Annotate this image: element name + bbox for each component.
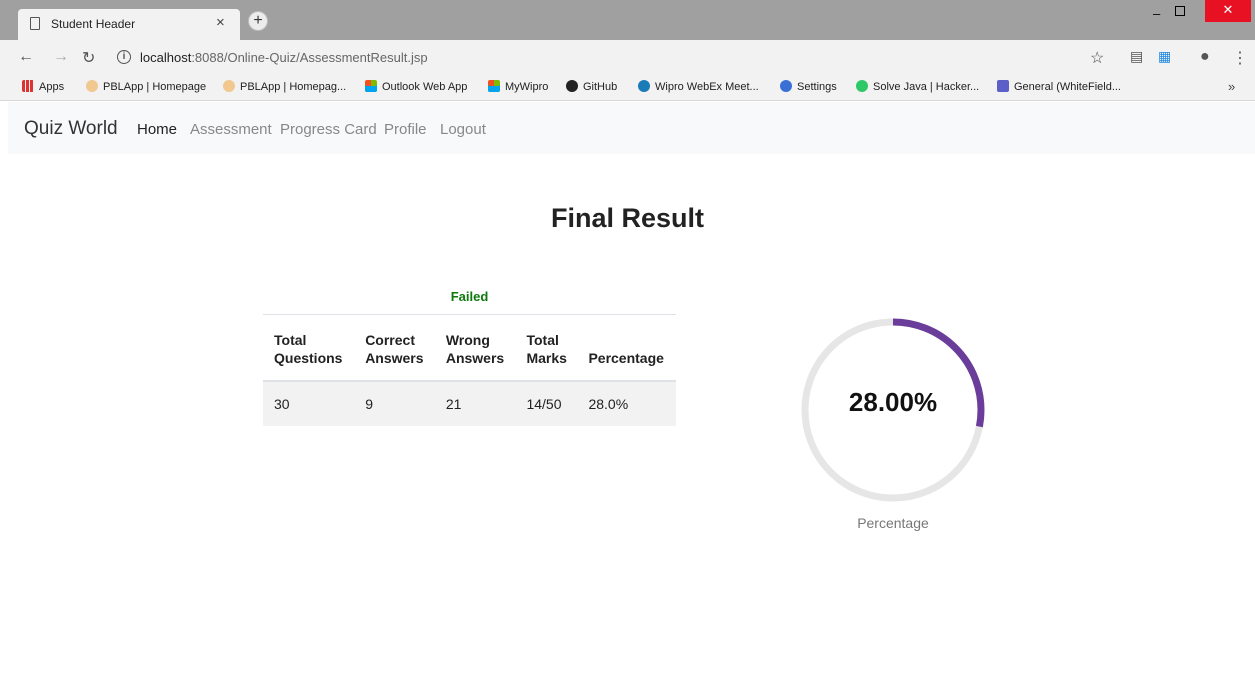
bookmark-apps[interactable]: Apps xyxy=(22,80,64,93)
github-icon xyxy=(566,80,578,92)
bookmark-mywipro[interactable]: MyWipro xyxy=(488,80,548,93)
header-wrong-answers: Wrong Answers xyxy=(434,314,516,382)
nav-link-profile[interactable]: Profile xyxy=(384,121,427,138)
minimize-window-icon[interactable]: – xyxy=(1153,6,1160,21)
microsoft-icon xyxy=(365,80,377,92)
status-row: Failed xyxy=(263,280,676,315)
table-header-row: Total Questions Correct Answers Wrong Answe… xyxy=(263,314,676,382)
back-arrow-icon[interactable]: ← xyxy=(18,48,34,66)
header-total-questions: Total Questions xyxy=(263,314,355,382)
cell-total-marks: 14/50 xyxy=(515,381,578,426)
bookmark-teams[interactable]: General (WhiteField... xyxy=(997,80,1121,93)
nav-link-progress-card[interactable]: Progress Card xyxy=(280,121,377,138)
bookmark-star-icon[interactable]: ☆ xyxy=(1090,48,1104,68)
bookmark-webex[interactable]: Wipro WebEx Meet... xyxy=(638,80,759,93)
page-title: Final Result xyxy=(550,203,705,233)
new-tab-button[interactable]: + xyxy=(248,11,268,31)
nav-link-logout[interactable]: Logout xyxy=(440,121,486,138)
hackerrank-icon xyxy=(856,80,868,92)
microsoft-icon xyxy=(488,80,500,92)
extension-icon[interactable]: ▤ xyxy=(1130,48,1143,65)
browser-tab[interactable]: Student Header × xyxy=(18,9,240,40)
bookmark-github[interactable]: GitHub xyxy=(566,80,617,93)
header-correct-answers: Correct Answers xyxy=(354,314,435,382)
pblapp-icon xyxy=(223,80,235,92)
page-icon xyxy=(30,17,40,30)
cell-percentage: 28.0% xyxy=(577,381,676,426)
site-info-icon[interactable]: i xyxy=(117,50,131,64)
apps-grid-icon xyxy=(22,80,34,92)
reload-icon[interactable]: ↻ xyxy=(82,48,95,68)
url-text: localhost:8088/Online-Quiz/AssessmentRes… xyxy=(140,50,428,65)
close-window-button[interactable]: ✕ xyxy=(1205,0,1251,22)
header-total-marks: Total Marks xyxy=(515,314,578,382)
close-tab-icon[interactable]: × xyxy=(216,14,225,31)
menu-kebab-icon[interactable]: ⋮ xyxy=(1232,48,1248,68)
bookmark-settings[interactable]: Settings xyxy=(780,80,837,93)
browser-toolbar: ← → ↻ i localhost:8088/Online-Quiz/Asses… xyxy=(0,40,1255,75)
result-table: Failed Total Questions Correct Answers Wro… xyxy=(263,280,676,426)
address-bar[interactable]: i localhost:8088/Online-Quiz/AssessmentR… xyxy=(110,44,1115,72)
settings-gear-icon xyxy=(780,80,792,92)
tab-title: Student Header xyxy=(51,17,136,31)
bookmarks-bar: Apps PBLApp | Homepage PBLApp | Homepag.… xyxy=(0,75,1255,101)
maximize-window-icon[interactable] xyxy=(1175,6,1185,16)
more-bookmarks-icon[interactable]: » xyxy=(1228,79,1235,94)
bookmark-outlook[interactable]: Outlook Web App xyxy=(365,80,467,93)
webex-icon xyxy=(638,80,650,92)
profile-avatar-icon[interactable]: ● xyxy=(1200,48,1210,66)
gauge-value: 28.00% xyxy=(848,387,938,417)
teams-icon xyxy=(997,80,1009,92)
cell-total-questions: 30 xyxy=(263,381,355,426)
header-percentage: Percentage xyxy=(577,314,676,382)
forward-arrow-icon[interactable]: → xyxy=(53,48,69,66)
nav-link-assessment[interactable]: Assessment xyxy=(190,121,272,138)
app-navbar: Quiz World Home Assessment Progress Card… xyxy=(8,102,1255,154)
navbar-brand[interactable]: Quiz World xyxy=(24,118,118,140)
gauge-label: Percentage xyxy=(857,515,929,531)
bookmark-pblapp-2[interactable]: PBLApp | Homepag... xyxy=(223,80,346,93)
browser-tabstrip: Student Header × + – ✕ xyxy=(0,0,1255,40)
table-row: 30 9 21 14/50 28.0% xyxy=(263,381,676,426)
windows-extension-icon[interactable]: ▦ xyxy=(1158,48,1171,65)
nav-link-home[interactable]: Home xyxy=(137,121,177,138)
cell-correct-answers: 9 xyxy=(354,381,435,426)
cell-wrong-answers: 21 xyxy=(434,381,516,426)
status-badge: Failed xyxy=(263,280,676,315)
pblapp-icon xyxy=(86,80,98,92)
bookmark-pblapp-1[interactable]: PBLApp | Homepage xyxy=(86,80,206,93)
bookmark-hackerrank[interactable]: Solve Java | Hacker... xyxy=(856,80,979,93)
